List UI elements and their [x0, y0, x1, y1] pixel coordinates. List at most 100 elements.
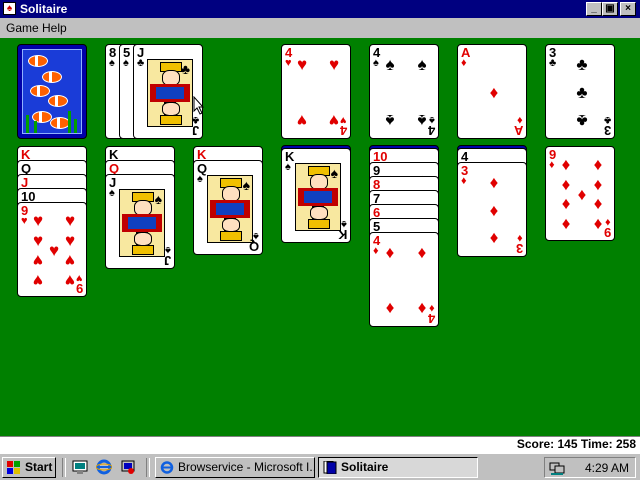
card-suit-icon: ♠ [253, 230, 259, 242]
card-pip-icon: ♦ [489, 201, 499, 220]
tableau-card[interactable]: K♠♠K♠ [281, 148, 351, 243]
system-tray: 4:29 AM [544, 457, 636, 478]
tableau-card[interactable]: 3 ♦ ♦ ♦ ♦ 3 ♦ [457, 162, 527, 257]
maximize-button[interactable]: ▣ [602, 2, 618, 16]
fish-icon [48, 95, 68, 107]
face-card-portrait-icon: ♠ [207, 175, 253, 243]
card-suit-icon: ♠ [429, 114, 435, 126]
game-table: 8♠♠♠♠♠♠♠♠♠8♠5♠♠♠♠♠♠5♠J♣♣J♣4♥♥♥♥♥4♥4♠♠♠♠♠… [0, 38, 640, 436]
card-pip-icon: ♦ [593, 195, 603, 214]
card-pip-icon: ♠ [385, 111, 395, 130]
minimize-button[interactable]: _ [586, 2, 602, 16]
card-pip-icon: ♠ [417, 55, 427, 74]
card-pip-icon: ♦ [385, 243, 395, 262]
card-suit-icon: ♥ [76, 272, 83, 284]
solitaire-card-icon [323, 460, 337, 475]
score-time-text: Score: 145 Time: 258 [516, 437, 636, 451]
card-pip-icon: ♦ [561, 155, 571, 174]
card-suit-icon: ♠ [285, 161, 291, 173]
card-suit-icon: ♦ [461, 57, 467, 69]
card-pip-icon: ♦ [593, 175, 603, 194]
card-suit-icon: ♠ [341, 218, 347, 230]
fish-icon [42, 71, 62, 83]
fish-icon [30, 85, 50, 97]
menu-game[interactable]: Game [6, 21, 39, 35]
card-suit-icon: ♦ [461, 175, 467, 187]
card-pip-icon: ♠ [385, 55, 395, 74]
face-card-portrait-icon: ♣ [147, 59, 193, 127]
stock-pile[interactable] [17, 44, 87, 139]
tableau-card[interactable]: Q ♠ ♠ Q ♠ [193, 160, 263, 255]
menu-help[interactable]: Help [42, 21, 67, 35]
internet-explorer-icon[interactable] [95, 459, 113, 475]
desktop-icon[interactable] [72, 459, 88, 475]
channels-icon[interactable] [120, 459, 136, 475]
windows-logo-icon [7, 461, 21, 474]
card-suit-icon: ♠ [109, 57, 115, 69]
card-suit-icon: ♠ [330, 165, 338, 181]
seaweed-icon [34, 121, 37, 133]
taskbar-button-browservice[interactable]: Browservice - Microsoft I... [155, 457, 315, 478]
close-button[interactable]: × [620, 2, 636, 16]
foundation-card[interactable]: 4 ♠ ♠ ♠ ♠ ♠ 4 ♠ [369, 44, 439, 139]
card-suit-icon: ♥ [285, 57, 292, 69]
tableau-card[interactable]: 9 ♥ ♥ ♥ ♥ ♥ ♥ ♥ ♥ ♥ ♥ 9 ♥ [17, 202, 87, 297]
card-suit-icon: ♦ [605, 216, 611, 228]
card-pip-icon: ♦ [593, 155, 603, 174]
tableau-card[interactable]: 9 ♦ ♦ ♦ ♦ ♦ ♦ ♦ ♦ ♦ ♦ 9 ♦ [545, 146, 615, 241]
taskbar-button-label: Solitaire [341, 460, 389, 474]
card-pip-icon: ♥ [64, 251, 76, 270]
card-suit-icon: ♥ [340, 114, 347, 126]
fish-icon [50, 117, 70, 129]
card-pip-icon: ♥ [32, 271, 44, 290]
card-pip-icon: ♣ [576, 83, 588, 102]
network-icon[interactable] [549, 460, 565, 479]
card-suit-icon: ♦ [517, 232, 523, 244]
card-suit-icon: ♠ [242, 177, 250, 193]
start-button[interactable]: Start [2, 457, 56, 478]
seaweed-icon [74, 119, 77, 133]
card-pip-icon: ♥ [328, 55, 340, 74]
foundation-card[interactable]: 3 ♣ ♣ ♣ ♣ 3 ♣ [545, 44, 615, 139]
foundation-card[interactable]: A ♦ ♦ A ♦ [457, 44, 527, 139]
title-bar[interactable]: ♠ Solitaire _ ▣ × [0, 0, 640, 18]
card-suit-icon: ♦ [429, 302, 435, 314]
face-card-portrait-icon: ♠ [295, 163, 341, 231]
mouse-cursor-icon [193, 95, 205, 120]
card-suit-icon: ♦ [549, 159, 555, 171]
card-suit-icon: ♣ [137, 57, 145, 69]
menu-bar: Game Help [0, 18, 640, 38]
card-pip-icon: ♦ [489, 173, 499, 192]
taskbar-button-solitaire[interactable]: Solitaire [318, 457, 478, 478]
card-suit-icon: ♠ [109, 187, 115, 199]
internet-explorer-icon [160, 461, 174, 474]
card-pip-icon: ♥ [296, 111, 308, 130]
card-suit-icon: ♠ [123, 57, 129, 69]
card-pip-icon: ♣ [576, 55, 588, 74]
waste-card[interactable]: J ♣ ♣ J ♣ [133, 44, 203, 139]
foundation-card[interactable]: 4 ♥ ♥ ♥ ♥ ♥ 4 ♥ [281, 44, 351, 139]
card-suit-icon: ♣ [180, 61, 190, 77]
taskbar-button-label: Browservice - Microsoft I... [178, 460, 315, 474]
card-suit-icon: ♠ [154, 191, 162, 207]
fish-icon [28, 55, 48, 67]
taskbar: Start Browservice - Microsoft I... Solit… [0, 453, 640, 480]
tableau-card[interactable]: J ♠ ♠ J ♠ [105, 174, 175, 269]
card-suit-icon: ♠ [197, 173, 203, 185]
card-pip-icon: ♦ [417, 243, 427, 262]
card-pip-icon: ♥ [64, 231, 76, 250]
clock[interactable]: 4:29 AM [585, 461, 629, 475]
card-suit-icon: ♦ [517, 114, 523, 126]
card-pip-icon: ♦ [561, 215, 571, 234]
card-pip-icon: ♥ [64, 211, 76, 230]
card-pip-icon: ♦ [385, 299, 395, 318]
card-pip-icon: ♣ [576, 111, 588, 130]
card-suit-icon: ♥ [21, 215, 28, 227]
taskbar-separator [62, 458, 66, 477]
solitaire-card-icon: ♠ [3, 2, 16, 15]
seaweed-icon [26, 115, 29, 133]
face-card-portrait-icon: ♠ [119, 189, 165, 257]
tableau-card[interactable]: 4 ♦ ♦ ♦ ♦ ♦ 4 ♦ [369, 232, 439, 327]
card-suit-icon: ♣ [603, 114, 611, 126]
start-label: Start [25, 460, 53, 474]
